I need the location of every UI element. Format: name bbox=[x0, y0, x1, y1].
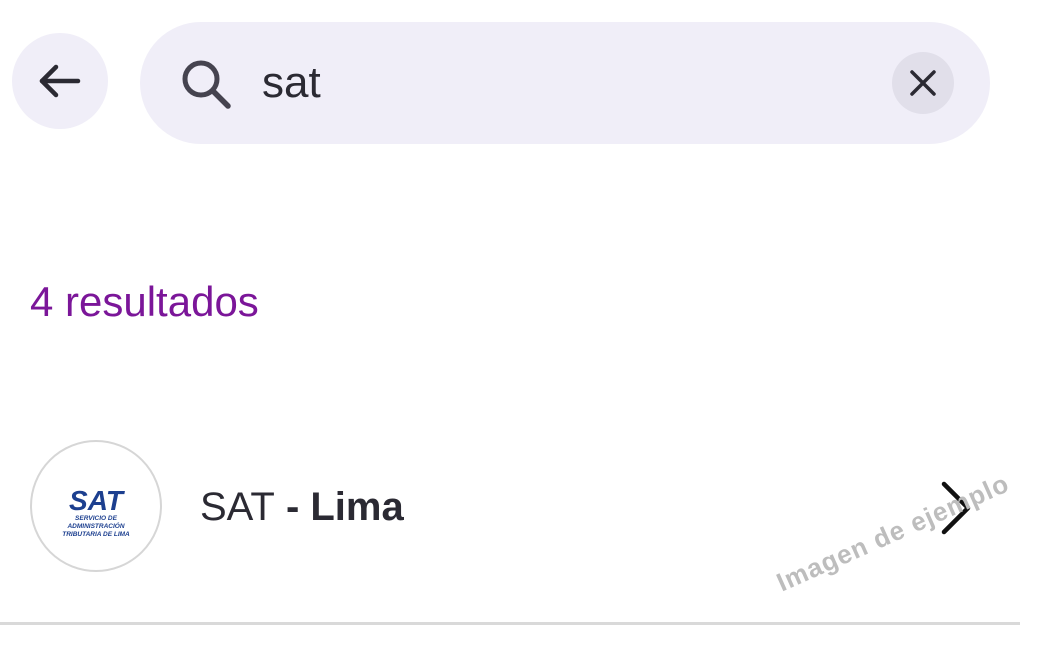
result-item[interactable]: SAT SERVICIO DE ADMINISTRACIÓN TRIBUTARI… bbox=[0, 430, 1020, 585]
divider bbox=[0, 622, 1020, 625]
search-input[interactable] bbox=[262, 52, 862, 114]
results-count: 4 resultados bbox=[30, 278, 259, 325]
sat-logo: SAT SERVICIO DE ADMINISTRACIÓN TRIBUTARI… bbox=[30, 440, 162, 572]
clear-search-button[interactable] bbox=[892, 52, 954, 114]
search-bar bbox=[140, 22, 990, 144]
result-separator: - bbox=[274, 485, 311, 529]
logo-acronym: SAT bbox=[69, 485, 126, 516]
result-title: SAT - Lima bbox=[200, 483, 404, 531]
logo-line1: SERVICIO DE bbox=[75, 515, 118, 522]
logo-line2: ADMINISTRACIÓN bbox=[66, 521, 124, 530]
arrow-left-icon bbox=[36, 57, 84, 105]
search-icon bbox=[180, 58, 232, 110]
logo-line3: TRIBUTARIA DE LIMA bbox=[62, 531, 130, 538]
result-name: SAT bbox=[200, 485, 275, 529]
back-button[interactable] bbox=[12, 33, 108, 129]
result-location: Lima bbox=[310, 485, 404, 529]
close-icon bbox=[908, 68, 938, 98]
